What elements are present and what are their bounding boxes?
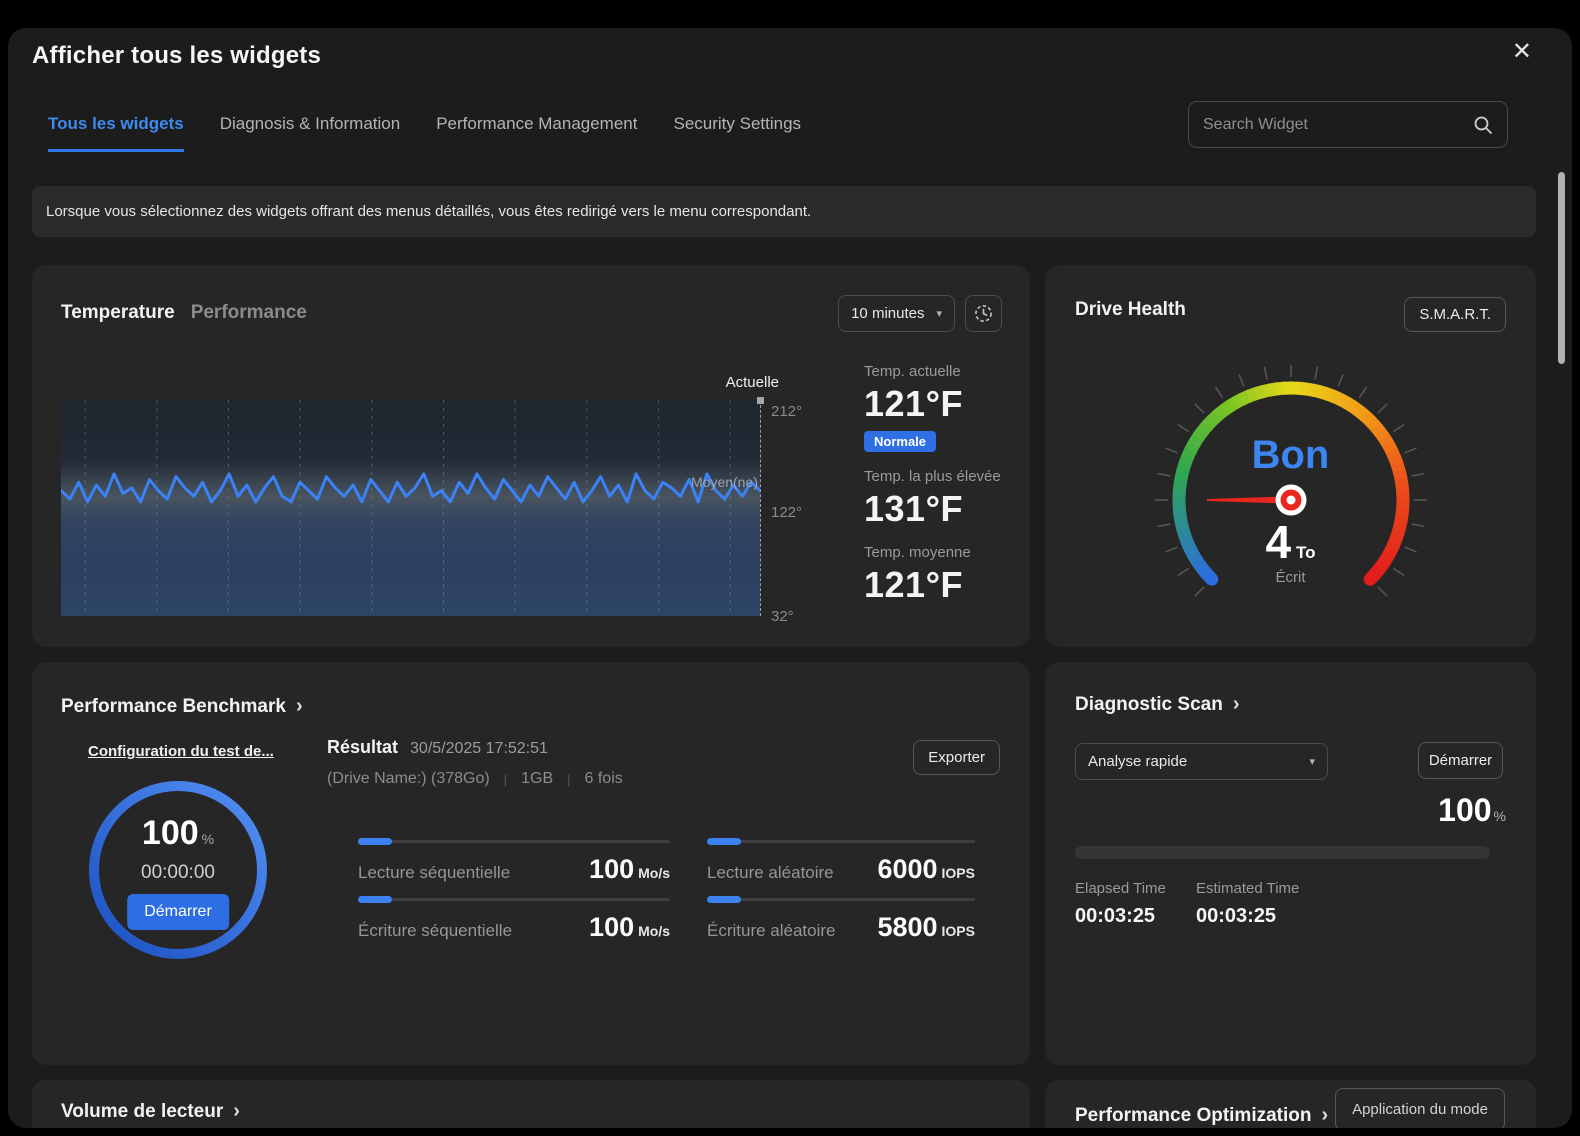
benchmark-metrics: Lecture séquentielle 100Mo/s Lecture alé… <box>358 840 975 943</box>
y-tick-32: 32° <box>771 608 794 625</box>
metric-rand-write: Écriture aléatoire 5800IOPS <box>707 898 975 943</box>
diagnostic-percent: 100 <box>1438 792 1491 828</box>
search-widget-box <box>1188 101 1508 148</box>
performance-optimization-title[interactable]: Performance Optimization <box>1075 1105 1312 1127</box>
chevron-right-icon: › <box>233 1100 240 1123</box>
size-meta: 1GB <box>521 770 553 788</box>
written-value: 4 <box>1265 516 1291 568</box>
stat-highest-label: Temp. la plus élevée <box>864 468 1024 485</box>
tab-bar: Tous les widgets Diagnosis & Information… <box>48 114 801 152</box>
chevron-down-icon: ▾ <box>936 307 942 320</box>
stat-highest-value: 131°F <box>864 488 1024 530</box>
status-badge: Normale <box>864 431 936 452</box>
result-meta: (Drive Name:) (378Go) | 1GB | 6 fois <box>327 770 623 788</box>
stat-current-value: 121°F <box>864 383 1024 425</box>
diagnostic-start-button[interactable]: Démarrer <box>1418 742 1503 779</box>
written-label: Écrit <box>1136 569 1446 586</box>
search-input[interactable] <box>1203 116 1473 134</box>
current-marker-line <box>760 400 761 616</box>
scrollbar-thumb[interactable] <box>1558 172 1565 364</box>
temperature-stats: Temp. actuelle 121°F Normale Temp. la pl… <box>864 363 1024 606</box>
benchmark-title[interactable]: Performance Benchmark <box>61 696 286 718</box>
performance-optimization-widget[interactable]: Performance Optimization › Application d… <box>1045 1080 1536 1128</box>
health-status: Bon <box>1136 433 1446 478</box>
tab-tous-les-widgets[interactable]: Tous les widgets <box>48 114 184 152</box>
metric-seq-read: Lecture séquentielle 100Mo/s <box>358 840 670 885</box>
scan-type-select[interactable]: Analyse rapide ▾ <box>1075 743 1328 780</box>
tab-diagnosis-information[interactable]: Diagnosis & Information <box>220 114 400 152</box>
tab-performance-management[interactable]: Performance Management <box>436 114 637 152</box>
result-timestamp: 30/5/2025 17:52:51 <box>410 740 548 758</box>
estimated-time-value: 00:03:25 <box>1196 905 1299 928</box>
drive-health-widget[interactable]: Drive Health S.M.A.R.T. Bon 4 To Écrit <box>1045 265 1536 647</box>
stat-current-label: Temp. actuelle <box>864 363 1024 380</box>
diagnostic-title[interactable]: Diagnostic Scan <box>1075 694 1223 716</box>
chevron-down-icon: ▾ <box>1309 755 1315 768</box>
history-clock-icon <box>973 303 994 324</box>
drive-health-title: Drive Health <box>1075 299 1186 321</box>
widgets-grid: Temperature Performance 10 minutes ▾ A <box>32 265 1536 1128</box>
elapsed-time-label: Elapsed Time <box>1075 880 1196 897</box>
tab-security-settings[interactable]: Security Settings <box>673 114 801 152</box>
test-configuration-link[interactable]: Configuration du test de... <box>88 743 274 760</box>
drive-volume-widget[interactable]: Volume de lecteur › <box>32 1080 1030 1128</box>
temperature-subtitle[interactable]: Performance <box>191 302 307 324</box>
average-line-label: Moyen(ne) <box>691 474 758 490</box>
search-icon[interactable] <box>1473 115 1493 135</box>
drive-meta: (Drive Name:) (378Go) <box>327 770 490 788</box>
current-marker-label: Actuelle <box>726 374 779 391</box>
metric-seq-write: Écriture séquentielle 100Mo/s <box>358 898 670 943</box>
volume-title[interactable]: Volume de lecteur <box>61 1101 223 1123</box>
info-banner: Lorsque vous sélectionnez des widgets of… <box>32 186 1536 237</box>
elapsed-time-value: 00:03:25 <box>1075 905 1196 928</box>
temperature-widget[interactable]: Temperature Performance 10 minutes ▾ A <box>32 265 1030 647</box>
estimated-time-label: Estimated Time <box>1196 880 1299 897</box>
y-tick-122: 122° <box>771 504 802 521</box>
count-meta: 6 fois <box>585 770 623 788</box>
temperature-title: Temperature <box>61 302 175 324</box>
benchmark-elapsed: 00:00:00 <box>86 862 270 884</box>
history-clock-button[interactable] <box>965 295 1002 332</box>
stat-average-value: 121°F <box>864 564 1024 606</box>
temperature-plot <box>61 400 760 616</box>
performance-benchmark-widget[interactable]: Performance Benchmark › Configuration du… <box>32 662 1030 1065</box>
time-range-select[interactable]: 10 minutes ▾ <box>838 295 955 332</box>
health-gauge: Bon 4 To Écrit <box>1136 365 1446 645</box>
chevron-right-icon: › <box>1322 1104 1329 1127</box>
widgets-modal: Afficher tous les widgets ✕ Tous les wid… <box>8 28 1572 1128</box>
smart-button[interactable]: S.M.A.R.T. <box>1404 297 1506 332</box>
metric-rand-read: Lecture aléatoire 6000IOPS <box>707 840 975 885</box>
diagnostic-progress-bar <box>1075 846 1490 859</box>
diagnostic-scan-widget[interactable]: Diagnostic Scan › Analyse rapide ▾ Démar… <box>1045 662 1536 1065</box>
benchmark-percent: 100 <box>142 814 199 852</box>
export-button[interactable]: Exporter <box>913 740 1000 775</box>
page-title: Afficher tous les widgets <box>32 42 321 70</box>
benchmark-start-button[interactable]: Démarrer <box>127 894 229 930</box>
y-tick-212: 212° <box>771 403 802 420</box>
temperature-chart: Actuelle 212° 122° 32° Moyen(ne) <box>61 374 821 624</box>
mode-application-button[interactable]: Application du mode <box>1335 1088 1505 1128</box>
close-button[interactable]: ✕ <box>1512 40 1532 64</box>
result-label: Résultat <box>327 737 398 758</box>
written-unit: To <box>1296 543 1316 562</box>
benchmark-progress-ring: 100% 00:00:00 Démarrer <box>86 778 270 962</box>
stat-average-label: Temp. moyenne <box>864 544 1024 561</box>
chevron-right-icon: › <box>296 695 303 718</box>
chevron-right-icon: › <box>1233 693 1240 716</box>
